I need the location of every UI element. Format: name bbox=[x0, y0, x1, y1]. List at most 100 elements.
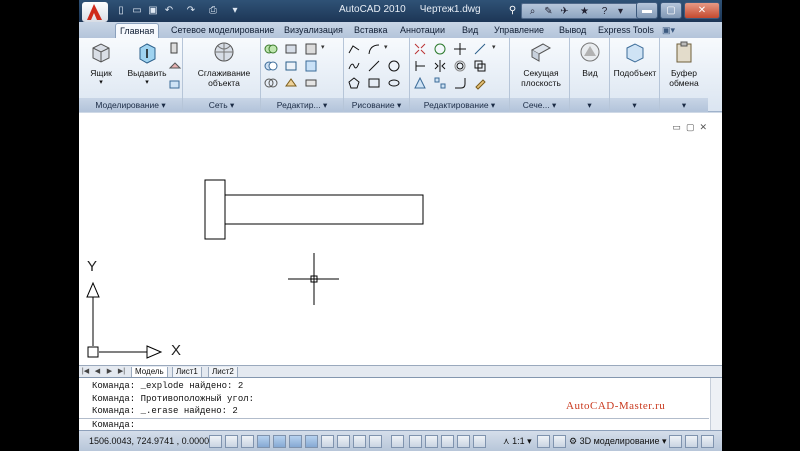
polysolid-icon[interactable] bbox=[167, 40, 183, 55]
osnap-toggle-icon[interactable] bbox=[273, 435, 286, 448]
plot-icon[interactable]: ⎙ bbox=[207, 5, 219, 17]
stretch-icon[interactable] bbox=[472, 41, 488, 56]
slice-icon[interactable] bbox=[283, 41, 299, 56]
panel-title-section[interactable]: Сече... ▾ bbox=[510, 98, 569, 112]
ortho-toggle-icon[interactable] bbox=[241, 435, 254, 448]
help-menu-icon[interactable]: ▾ bbox=[614, 5, 627, 18]
presspull-icon[interactable] bbox=[167, 58, 183, 73]
polar-toggle-icon[interactable] bbox=[257, 435, 270, 448]
new-icon[interactable]: ▯ bbox=[115, 5, 127, 17]
showmotion-icon[interactable] bbox=[473, 435, 486, 448]
tab-mesh-modeling[interactable]: Сетевое моделирование bbox=[171, 23, 274, 38]
dyn-toggle-icon[interactable] bbox=[337, 435, 350, 448]
quick-access-menu-icon[interactable]: ▾ bbox=[229, 5, 241, 17]
first-tab-icon[interactable]: |◀ bbox=[81, 367, 90, 376]
panel-title-subobject[interactable]: ▾ bbox=[610, 98, 659, 112]
clean-screen-icon[interactable] bbox=[701, 435, 714, 448]
copy-icon[interactable] bbox=[472, 58, 488, 73]
modify-dropdown-icon[interactable]: ▾ bbox=[492, 43, 496, 51]
tab-home[interactable]: Главная bbox=[115, 23, 160, 38]
otrack-toggle-icon[interactable] bbox=[305, 435, 318, 448]
model-space-icon[interactable] bbox=[391, 435, 404, 448]
polygon-icon[interactable] bbox=[346, 75, 362, 90]
drawing-canvas[interactable]: ▭▢✕ Y X bbox=[79, 113, 722, 365]
binoculars-icon[interactable]: ⚲ bbox=[506, 4, 519, 17]
panel-title-modify[interactable]: Редактирование ▾ bbox=[410, 98, 509, 112]
separate-icon[interactable] bbox=[303, 75, 319, 90]
shell-icon[interactable] bbox=[283, 75, 299, 90]
open-icon[interactable]: ▭ bbox=[131, 5, 143, 17]
extrude-button[interactable]: Выдавить ▾ bbox=[125, 40, 169, 88]
arc-icon[interactable] bbox=[366, 41, 382, 56]
subobject-button[interactable]: Подобъект bbox=[613, 40, 657, 78]
prev-tab-icon[interactable]: ◀ bbox=[93, 367, 102, 376]
next-tab-icon[interactable]: ▶ bbox=[105, 367, 114, 376]
smooth-object-button[interactable]: Сглаживание объекта bbox=[197, 40, 251, 88]
box-button[interactable]: Ящик ▾ bbox=[84, 40, 118, 88]
union-icon[interactable] bbox=[263, 41, 279, 56]
undo-icon[interactable]: ↶ bbox=[163, 5, 175, 17]
ribbon-options-icon[interactable]: ▣▾ bbox=[662, 23, 675, 38]
3d-move-icon[interactable] bbox=[452, 41, 468, 56]
explode-icon[interactable] bbox=[412, 41, 428, 56]
mirror-icon[interactable] bbox=[432, 58, 448, 73]
extract-edges-icon[interactable] bbox=[283, 58, 299, 73]
subtract-icon[interactable] bbox=[263, 58, 279, 73]
solid-edit-dropdown-icon[interactable]: ▾ bbox=[321, 43, 325, 51]
tab-insert[interactable]: Вставка bbox=[354, 23, 387, 38]
annotation-visibility-icon[interactable] bbox=[537, 435, 550, 448]
search-icon[interactable]: ⌕ bbox=[526, 5, 539, 18]
tab-output[interactable]: Вывод bbox=[559, 23, 586, 38]
rectangle-icon[interactable] bbox=[366, 75, 382, 90]
panel-title-clipboard[interactable]: ▾ bbox=[660, 98, 708, 112]
interfere-icon[interactable] bbox=[303, 41, 319, 56]
close-button[interactable]: ✕ bbox=[684, 2, 720, 19]
pan-icon[interactable] bbox=[425, 435, 438, 448]
section-plane-button[interactable]: Секущая плоскость bbox=[514, 40, 568, 88]
auto-scale-icon[interactable] bbox=[553, 435, 566, 448]
coordinates-readout[interactable]: 1506.0043, 724.9741 , 0.0000 bbox=[89, 436, 209, 446]
line-icon[interactable] bbox=[366, 58, 382, 73]
tab-annotate[interactable]: Аннотации bbox=[400, 23, 445, 38]
solid-history-icon[interactable] bbox=[167, 76, 183, 91]
tab-manage[interactable]: Управление bbox=[494, 23, 544, 38]
communication-icon[interactable]: ✎ bbox=[542, 5, 555, 18]
properties-icon[interactable] bbox=[472, 75, 488, 90]
view-button[interactable]: Вид bbox=[574, 40, 606, 78]
align-icon[interactable] bbox=[412, 75, 428, 90]
lineweight-toggle-icon[interactable] bbox=[353, 435, 366, 448]
lock-icon[interactable] bbox=[669, 435, 682, 448]
panel-title-mesh[interactable]: Сеть ▾ bbox=[183, 98, 260, 112]
offset-icon[interactable] bbox=[452, 58, 468, 73]
polyline-icon[interactable] bbox=[346, 41, 362, 56]
imprint-icon[interactable] bbox=[303, 58, 319, 73]
minimize-button[interactable]: ▬ bbox=[636, 2, 658, 19]
help-icon[interactable]: ? bbox=[598, 5, 611, 18]
panel-title-modeling[interactable]: Моделирование ▾ bbox=[79, 98, 182, 112]
tab-express-tools[interactable]: Express Tools bbox=[598, 23, 654, 38]
grid-toggle-icon[interactable] bbox=[225, 435, 238, 448]
zoom-icon[interactable] bbox=[441, 435, 454, 448]
tab-render[interactable]: Визуализация bbox=[284, 23, 343, 38]
ducs-toggle-icon[interactable] bbox=[321, 435, 334, 448]
quick-properties-toggle-icon[interactable] bbox=[369, 435, 382, 448]
subscription-icon[interactable]: ✈ bbox=[558, 5, 571, 18]
fillet-icon[interactable] bbox=[452, 75, 468, 90]
infocenter-search-input[interactable]: ⌕ ✎ ✈ ★ ? ▾ bbox=[521, 3, 639, 19]
quick-view-layouts-icon[interactable] bbox=[409, 435, 422, 448]
save-icon[interactable]: ▣ bbox=[147, 5, 159, 17]
3d-rotate-icon[interactable] bbox=[432, 41, 448, 56]
annotation-scale[interactable]: ⋏ 1:1 ▾ bbox=[503, 436, 532, 447]
part-head-rect[interactable] bbox=[204, 179, 226, 240]
circle-icon[interactable] bbox=[386, 58, 402, 73]
last-tab-icon[interactable]: ▶| bbox=[117, 367, 126, 376]
redo-icon[interactable]: ↷ bbox=[185, 5, 197, 17]
panel-title-draw[interactable]: Рисование ▾ bbox=[344, 98, 409, 112]
maximize-button[interactable]: ▢ bbox=[660, 2, 682, 19]
intersect-icon[interactable] bbox=[263, 75, 279, 90]
trim-icon[interactable] bbox=[412, 58, 428, 73]
tray-settings-icon[interactable] bbox=[685, 435, 698, 448]
steering-wheel-icon[interactable] bbox=[457, 435, 470, 448]
panel-title-solid-editing[interactable]: Редактир... ▾ bbox=[261, 98, 343, 112]
tab-view[interactable]: Вид bbox=[462, 23, 478, 38]
